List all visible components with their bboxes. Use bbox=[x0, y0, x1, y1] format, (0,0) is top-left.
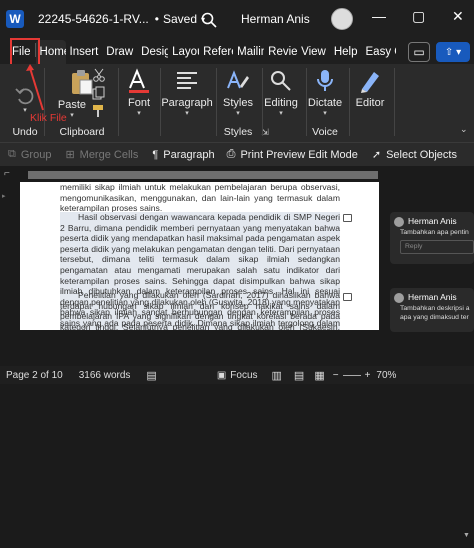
comment-marker-icon[interactable] bbox=[343, 214, 352, 222]
horizontal-ruler[interactable]: ⌐ bbox=[0, 168, 474, 182]
print-preview-button[interactable]: ⎙ Print Preview Edit Mode bbox=[227, 148, 358, 161]
comment-author: Herman Anis bbox=[408, 292, 457, 302]
web-layout-icon[interactable]: ▦ bbox=[314, 369, 324, 382]
print-preview-label: Print Preview Edit Mode bbox=[240, 148, 358, 161]
comment-text: Tambahkan deskripsi a bbox=[400, 305, 470, 312]
zoom-level[interactable]: 70% bbox=[376, 370, 396, 381]
comment-text-line2: apa yang dimaksud ter bbox=[400, 314, 469, 321]
page-margin-marker: ▸ bbox=[2, 193, 6, 200]
paragraph-next[interactable]: Penelitian yang dilakukan oleh (Sardinah… bbox=[60, 290, 340, 330]
scroll-down-icon[interactable]: ▼ bbox=[463, 532, 470, 539]
merge-cells-label: Merge Cells bbox=[79, 148, 139, 161]
comment-marker-icon[interactable] bbox=[343, 293, 352, 301]
proofing-icon[interactable]: ▤ bbox=[146, 369, 156, 382]
table-tools-bar: ⧉ Group ⊞ Merge Cells ¶ Paragraph ⎙ Prin… bbox=[0, 142, 474, 166]
comment-avatar bbox=[394, 293, 404, 303]
select-objects-label: Select Objects bbox=[386, 148, 457, 161]
comment-author: Herman Anis bbox=[408, 216, 457, 226]
group-icon: ⧉ bbox=[8, 148, 16, 160]
vertical-scrollbar[interactable]: ▲ ▼ bbox=[462, 364, 472, 548]
group-button[interactable]: ⧉ Group bbox=[8, 148, 51, 161]
pointer-icon: ➚ bbox=[371, 149, 382, 161]
paragraph-toolbar-button[interactable]: ¶ Paragraph bbox=[152, 149, 214, 161]
paragraph-mark-icon: ¶ bbox=[152, 148, 159, 161]
print-layout-icon[interactable]: ▤ bbox=[294, 369, 304, 382]
comment-card[interactable]: Herman Anis Tambahkan apa pentin Reply bbox=[390, 212, 474, 264]
tab-stop-icon[interactable]: ⌐ bbox=[4, 168, 10, 179]
comment-card[interactable]: Herman Anis Tambahkan deskripsi a apa ya… bbox=[390, 288, 474, 332]
ruler-track bbox=[28, 171, 378, 179]
group-label: Group bbox=[20, 148, 52, 161]
focus-icon[interactable]: ▣ bbox=[217, 370, 226, 381]
zoom-in-icon[interactable]: + bbox=[365, 370, 371, 381]
zoom-out-icon[interactable]: − bbox=[333, 370, 339, 381]
zoom-slider[interactable] bbox=[342, 374, 361, 376]
annotation-label: Klik File bbox=[30, 112, 67, 124]
document-canvas: memiliki sikap ilmiah untuk melakukan pe… bbox=[0, 182, 474, 539]
document-page[interactable]: memiliki sikap ilmiah untuk melakukan pe… bbox=[20, 182, 379, 330]
comment-reply-input[interactable]: Reply bbox=[400, 240, 474, 254]
paragraph-top[interactable]: memiliki sikap ilmiah untuk melakukan pe… bbox=[60, 182, 340, 214]
comment-avatar bbox=[394, 217, 404, 227]
status-bar: Page 2 of 10 3166 words ▤ ▣ Focus ▥ ▤ ▦ … bbox=[0, 366, 474, 384]
focus-button[interactable]: Focus bbox=[230, 370, 257, 381]
printer-icon: ⎙ bbox=[226, 148, 236, 160]
merge-cells-icon: ⊞ bbox=[65, 149, 75, 161]
paragraph-toolbar-label: Paragraph bbox=[163, 148, 215, 161]
word-count[interactable]: 3166 words bbox=[79, 370, 131, 381]
comment-text: Tambahkan apa pentin bbox=[400, 229, 469, 236]
page-count[interactable]: Page 2 of 10 bbox=[6, 370, 63, 381]
select-objects-button[interactable]: ➚ Select Objects bbox=[371, 148, 457, 162]
merge-cells-button[interactable]: ⊞ Merge Cells bbox=[65, 148, 139, 162]
read-mode-icon[interactable]: ▥ bbox=[272, 369, 282, 382]
